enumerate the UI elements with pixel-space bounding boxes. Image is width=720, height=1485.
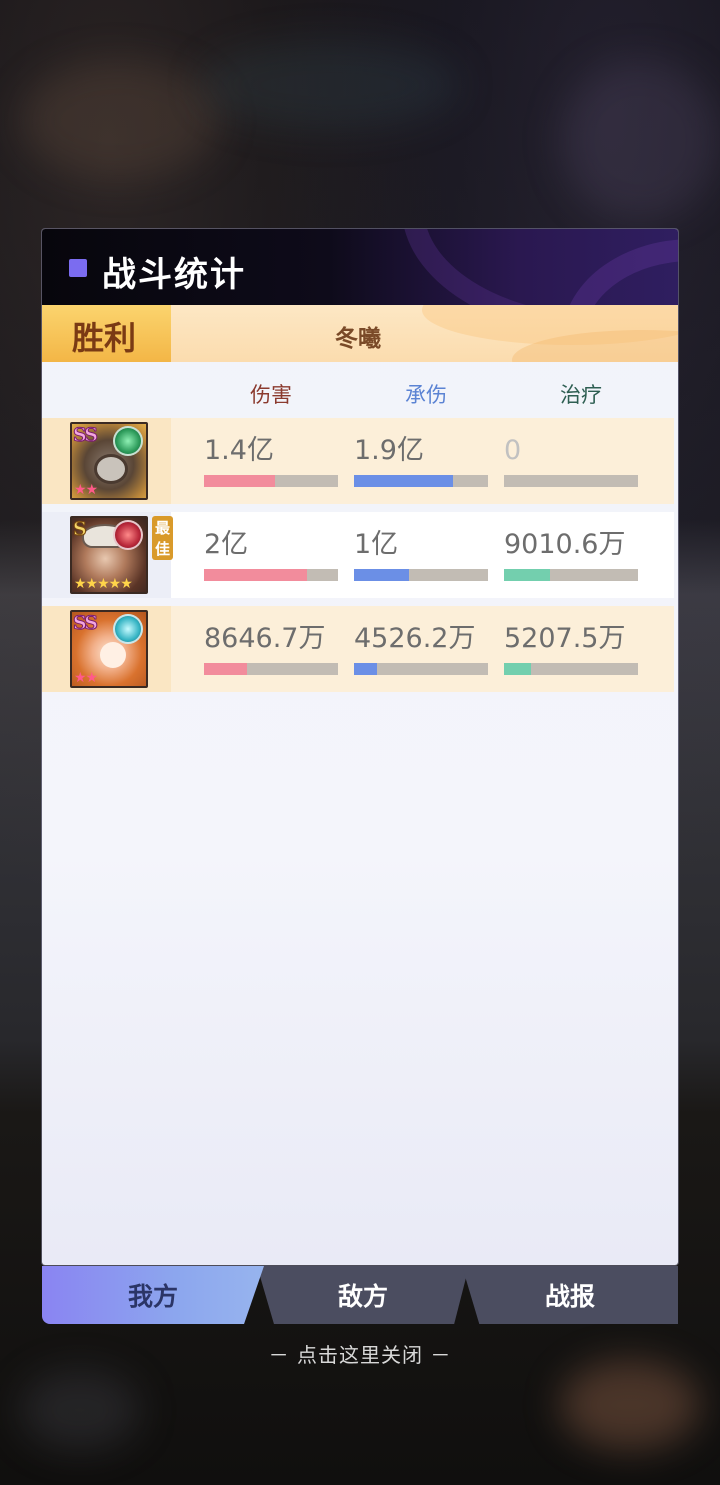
taken-bar [354,569,488,581]
best-badge: 最佳 [152,516,174,560]
heal-bar-fill [504,663,531,675]
star-rating: ★★ [74,482,98,498]
heal-bar-fill [504,569,550,581]
taken-stat: 4526.2万 [354,622,488,675]
taken-stat: 1.9亿 [354,434,488,487]
damage-bar [204,569,338,581]
result-bar: 胜利 冬曦 [42,305,678,362]
heal-stat: 9010.6万 [504,528,638,581]
taken-value: 1.9亿 [354,435,424,466]
close-hint-button[interactable]: － 点击这里关闭 － [0,1339,720,1368]
damage-value: 8646.7万 [204,623,326,654]
grade-label: SS [72,424,98,447]
taken-bar-fill [354,475,454,487]
hero-avatar[interactable]: SS ★★ [70,610,148,688]
hero-row: SS ★★ 8646.7万 4526.2万 5207.5万 [42,606,674,692]
battle-stats-panel: 战斗统计 胜利 冬曦 伤害 承伤 治疗 SS ★★ 1.4亿 1.9亿 0 S … [42,229,678,1265]
damage-bar-fill [204,475,276,487]
taken-bar [354,475,488,487]
grade-label: S [73,518,88,541]
hero-avatar[interactable]: SS ★★ [70,422,148,500]
damage-value: 2亿 [204,529,249,560]
heal-value: 5207.5万 [504,623,626,654]
team-tabs: 敌方 战报 我方 [42,1266,678,1324]
taken-bar-fill [354,569,409,581]
damage-stat: 1.4亿 [204,434,338,487]
heal-stat: 5207.5万 [504,622,638,675]
column-header-taken: 承伤 [405,383,447,407]
damage-bar-fill [204,663,247,675]
damage-value: 1.4亿 [204,435,274,466]
star-rating: ★★ [74,670,98,686]
hero-row: SS ★★ 1.4亿 1.9亿 0 [42,418,674,504]
tab-enemy[interactable]: 敌方 [257,1266,469,1324]
heal-value: 9010.6万 [504,529,626,560]
heal-bar [504,569,638,581]
damage-stat: 2亿 [204,528,338,581]
green-leaf-icon [113,426,143,456]
tab-mine[interactable]: 我方 [42,1266,264,1324]
star-rating: ★★★★★ [74,576,133,592]
heal-bar [504,475,638,487]
column-header-damage: 伤害 [250,383,292,407]
panel-title: 战斗统计 [102,255,246,295]
heal-bar [504,663,638,675]
taken-stat: 1亿 [354,528,488,581]
hero-avatar-cell: SS ★★ [42,606,171,692]
damage-bar-fill [204,569,308,581]
hero-avatar-cell: S ★★★★★ 最佳 [42,512,174,598]
panel-header: 战斗统计 [42,229,678,305]
damage-stat: 8646.7万 [204,622,338,675]
player-name: 冬曦 [335,325,381,352]
hero-avatar[interactable]: S ★★★★★ [70,516,148,594]
damage-bar [204,663,338,675]
taken-value: 1亿 [354,529,399,560]
taken-value: 4526.2万 [354,623,476,654]
column-header-heal: 治疗 [560,383,602,407]
heal-stat: 0 [504,434,638,487]
red-flame-icon [113,520,143,550]
taken-bar [354,663,488,675]
tab-report[interactable]: 战报 [462,1266,678,1324]
hero-row: S ★★★★★ 最佳 2亿 1亿 9010.6万 [42,512,674,598]
grade-label: SS [72,612,98,635]
taken-bar-fill [354,663,377,675]
damage-bar [204,475,338,487]
cyan-swirl-icon [113,614,143,644]
hero-avatar-cell: SS ★★ [42,418,171,504]
victory-label: 胜利 [72,319,137,357]
victory-label-box: 胜利 [42,305,171,362]
heal-value: 0 [504,435,522,466]
title-marker-icon [69,259,87,277]
